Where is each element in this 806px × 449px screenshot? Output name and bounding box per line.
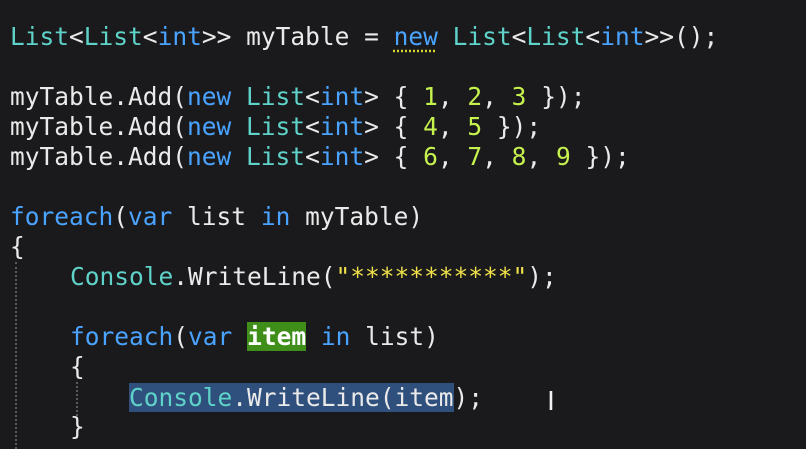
token-type: List bbox=[83, 22, 143, 51]
code-line-7[interactable]: Console.WriteLine("***********"); bbox=[70, 262, 557, 292]
token-keyword: var bbox=[128, 202, 173, 231]
token-plain: myTable.Add( bbox=[10, 142, 188, 171]
token-plain: ); bbox=[527, 262, 557, 291]
token-type: List bbox=[246, 112, 306, 141]
token-keyword: new bbox=[187, 142, 232, 171]
token-plain: , bbox=[526, 142, 556, 171]
highlighted-identifier: item bbox=[247, 322, 307, 351]
token-number: 8 bbox=[511, 142, 527, 171]
code-line-1[interactable]: List<List<int>> myTable = new List<List<… bbox=[10, 22, 718, 52]
token-plain: >>(); bbox=[644, 22, 719, 51]
code-line-2[interactable]: myTable.Add(new List<int> { 1, 2, 3 }); bbox=[10, 82, 585, 112]
token-plain: > { bbox=[364, 82, 424, 111]
token-keyword: in bbox=[260, 202, 291, 231]
token-keyword: int bbox=[600, 22, 645, 51]
token-plain: , bbox=[437, 82, 468, 111]
token-plain: .WriteLine( bbox=[173, 262, 336, 291]
token-keyword: int bbox=[319, 142, 365, 171]
token-number: 3 bbox=[511, 82, 527, 111]
token-keyword: foreach bbox=[70, 322, 174, 351]
token-plain: myTable.Add( bbox=[10, 82, 188, 111]
token-brace-close: } bbox=[70, 412, 85, 441]
token-keyword: int bbox=[157, 22, 202, 51]
token-number: 4 bbox=[423, 112, 438, 141]
token-plain: }); bbox=[570, 142, 630, 171]
selected-text: Console.WriteLine(item bbox=[129, 383, 454, 412]
token-plain: , bbox=[437, 142, 468, 171]
token-string: "***********" bbox=[335, 262, 528, 291]
token-punct: ( bbox=[113, 202, 129, 231]
indent-guide-outer bbox=[15, 262, 17, 449]
code-editor[interactable]: List<List<int>> myTable = new List<List<… bbox=[0, 0, 806, 449]
token-punct: < bbox=[305, 82, 320, 111]
code-line-10[interactable]: Console.WriteLine(item); bbox=[129, 383, 483, 413]
token-punct: < bbox=[305, 112, 320, 141]
token-punct: < bbox=[142, 22, 158, 51]
token-identifier: item bbox=[394, 383, 454, 412]
token-keyword: foreach bbox=[10, 202, 114, 231]
code-line-9[interactable]: { bbox=[70, 352, 85, 382]
token-plain: > { bbox=[364, 112, 424, 141]
code-line-3[interactable]: myTable.Add(new List<int> { 4, 5 }); bbox=[10, 112, 541, 142]
token-number: 6 bbox=[423, 142, 438, 171]
token-number: 2 bbox=[467, 82, 483, 111]
code-line-5[interactable]: foreach(var list in myTable) bbox=[10, 202, 423, 232]
token-number: 1 bbox=[423, 82, 438, 111]
token-keyword: in bbox=[320, 322, 351, 351]
token-punct: < bbox=[585, 22, 601, 51]
code-line-4[interactable]: myTable.Add(new List<int> { 6, 7, 8, 9 }… bbox=[10, 142, 630, 172]
token-plain: > { bbox=[364, 142, 424, 171]
token-type: List bbox=[246, 142, 306, 171]
token-plain: , bbox=[437, 112, 468, 141]
code-line-6[interactable]: { bbox=[10, 232, 25, 262]
token-brace-open: { bbox=[70, 352, 85, 381]
token-type: List bbox=[526, 22, 586, 51]
token-plain: >> myTable = bbox=[201, 22, 394, 51]
token-type: List bbox=[246, 82, 306, 111]
token-punct: ( bbox=[173, 322, 189, 351]
token-punct: < bbox=[305, 142, 320, 171]
token-keyword: var bbox=[188, 322, 233, 351]
token-type: Console bbox=[70, 262, 174, 291]
token-number: 9 bbox=[555, 142, 571, 171]
code-line-11[interactable]: } bbox=[70, 412, 85, 442]
token-plain: myTable.Add( bbox=[10, 112, 188, 141]
token-plain: .WriteLine( bbox=[232, 383, 395, 412]
token-plain: }); bbox=[482, 112, 542, 141]
token-brace-open: { bbox=[10, 232, 25, 261]
token-type: Console bbox=[129, 383, 233, 412]
token-keyword: new bbox=[187, 112, 232, 141]
token-plain: ); bbox=[453, 383, 484, 412]
token-type: List bbox=[452, 22, 512, 51]
code-line-8[interactable]: foreach(var item in list) bbox=[70, 322, 439, 352]
token-keyword-suggestion: new bbox=[393, 22, 438, 51]
token-keyword: int bbox=[319, 112, 365, 141]
token-keyword: int bbox=[319, 82, 365, 111]
token-number: 7 bbox=[467, 142, 483, 171]
token-punct: < bbox=[511, 22, 527, 51]
token-keyword: new bbox=[187, 82, 232, 111]
token-plain: }); bbox=[526, 82, 586, 111]
token-type: List bbox=[10, 22, 70, 51]
text-cursor-icon: I bbox=[547, 387, 555, 417]
token-plain: myTable) bbox=[290, 202, 424, 231]
token-punct: < bbox=[69, 22, 84, 51]
token-plain: list bbox=[172, 202, 261, 231]
token-plain: , bbox=[482, 82, 512, 111]
token-number: 5 bbox=[467, 112, 483, 141]
token-plain: , bbox=[482, 142, 512, 171]
token-plain: list) bbox=[350, 322, 439, 351]
